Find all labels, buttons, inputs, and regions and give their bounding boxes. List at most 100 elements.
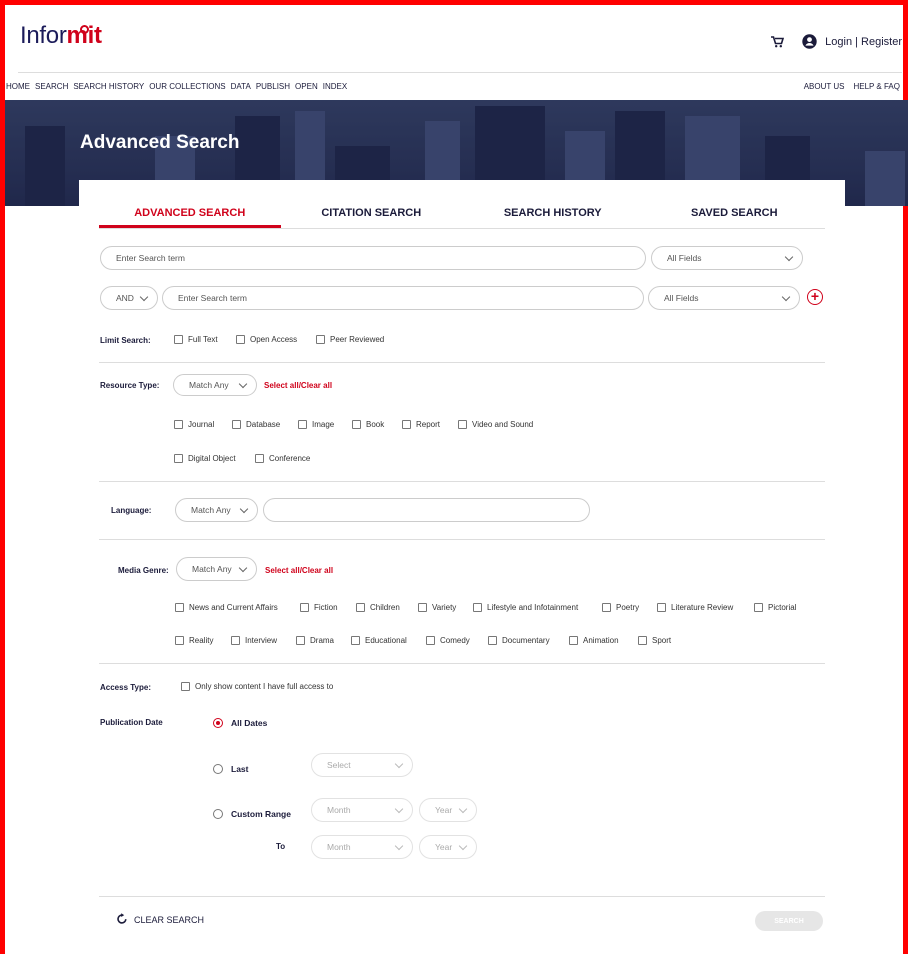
tab-saved-search[interactable]: SAVED SEARCH xyxy=(644,207,826,228)
to-label: To xyxy=(276,842,286,851)
search-term-input-1[interactable]: Enter Search term xyxy=(100,246,646,270)
search-tabs: ADVANCED SEARCH CITATION SEARCH SEARCH H… xyxy=(99,207,825,229)
nav-search-history[interactable]: SEARCH HISTORY xyxy=(73,82,144,91)
checkbox-full-text[interactable]: Full Text xyxy=(174,335,218,344)
tab-advanced-search[interactable]: ADVANCED SEARCH xyxy=(99,207,281,228)
field-select-value: All Fields xyxy=(664,293,699,303)
checkbox-video-sound[interactable]: Video and Sound xyxy=(458,420,533,429)
media-genre-label: Media Genre: xyxy=(118,566,169,575)
chevron-down-icon xyxy=(458,804,468,813)
divider xyxy=(99,896,825,897)
month-value: Month xyxy=(327,805,351,815)
media-match-select[interactable]: Match Any xyxy=(176,557,257,581)
checkbox-open-access[interactable]: Open Access xyxy=(236,335,297,344)
field-select-1[interactable]: All Fields xyxy=(651,246,803,270)
checkbox-reality[interactable]: Reality xyxy=(175,636,213,645)
page-title: Advanced Search xyxy=(80,132,240,153)
from-month-select[interactable]: Month xyxy=(311,798,413,822)
checkbox-poetry[interactable]: Poetry xyxy=(602,603,639,612)
checkbox-literature-review[interactable]: Literature Review xyxy=(657,603,733,612)
chevron-down-icon xyxy=(239,504,249,513)
checkbox-book[interactable]: Book xyxy=(352,420,384,429)
checkbox-drama[interactable]: Drama xyxy=(296,636,334,645)
checkbox-database[interactable]: Database xyxy=(232,420,280,429)
nav-about-us[interactable]: ABOUT US xyxy=(804,82,845,91)
tab-search-history[interactable]: SEARCH HISTORY xyxy=(462,207,644,228)
checkbox-peer-reviewed[interactable]: Peer Reviewed xyxy=(316,335,384,344)
operator-select[interactable]: AND xyxy=(100,286,158,310)
chevron-down-icon xyxy=(238,379,248,388)
operator-value: AND xyxy=(116,293,134,303)
checkbox-image[interactable]: Image xyxy=(298,420,334,429)
user-icon[interactable] xyxy=(802,34,817,49)
year-value: Year xyxy=(435,842,453,852)
nav-search[interactable]: SEARCH xyxy=(35,82,68,91)
chevron-down-icon xyxy=(784,252,794,261)
refresh-icon xyxy=(116,913,128,927)
checkbox-documentary[interactable]: Documentary xyxy=(488,636,550,645)
chevron-down-icon xyxy=(458,841,468,850)
tab-citation-search[interactable]: CITATION SEARCH xyxy=(281,207,463,228)
radio-all-dates[interactable]: All Dates xyxy=(213,718,267,728)
language-match-select[interactable]: Match Any xyxy=(175,498,258,522)
checkbox-fiction[interactable]: Fiction xyxy=(300,603,338,612)
month-value: Month xyxy=(327,842,351,852)
nav-our-collections[interactable]: OUR COLLECTIONS xyxy=(149,82,225,91)
nav-help-faq[interactable]: HELP & FAQ xyxy=(853,82,900,91)
checkbox-report[interactable]: Report xyxy=(402,420,440,429)
language-input[interactable] xyxy=(263,498,590,522)
nav-open[interactable]: OPEN xyxy=(295,82,318,91)
checkbox-lifestyle-infotainment[interactable]: Lifestyle and Infotainment xyxy=(473,603,578,612)
search-button[interactable]: SEARCH xyxy=(755,911,823,931)
checkbox-full-access-only[interactable]: Only show content I have full access to xyxy=(181,682,333,691)
language-label: Language: xyxy=(111,506,152,515)
checkbox-sport[interactable]: Sport xyxy=(638,636,671,645)
last-period-select[interactable]: Select xyxy=(311,753,413,777)
nav-index[interactable]: INDEX xyxy=(323,82,347,91)
header-divider xyxy=(18,72,902,73)
checkbox-digital-object[interactable]: Digital Object xyxy=(174,454,236,463)
clear-search-button[interactable]: CLEAR SEARCH xyxy=(116,913,204,927)
access-type-label: Access Type: xyxy=(100,683,151,692)
informit-logo[interactable]: Informit xyxy=(20,22,102,50)
divider xyxy=(99,362,825,363)
divider xyxy=(99,539,825,540)
checkbox-children[interactable]: Children xyxy=(356,603,400,612)
match-value: Match Any xyxy=(189,380,229,390)
to-year-select[interactable]: Year xyxy=(419,835,477,859)
checkbox-conference[interactable]: Conference xyxy=(255,454,310,463)
login-register-link[interactable]: Login | Register xyxy=(825,36,902,48)
field-select-2[interactable]: All Fields xyxy=(648,286,800,310)
nav-publish[interactable]: PUBLISH xyxy=(256,82,290,91)
checkbox-journal[interactable]: Journal xyxy=(174,420,214,429)
cart-icon[interactable] xyxy=(771,35,785,48)
match-value: Match Any xyxy=(192,564,232,574)
media-select-all-link[interactable]: Select all/Clear all xyxy=(265,566,333,575)
resource-select-all-link[interactable]: Select all/Clear all xyxy=(264,381,332,390)
limit-search-label: Limit Search: xyxy=(100,336,151,345)
divider xyxy=(99,663,825,664)
radio-last[interactable]: Last xyxy=(213,764,248,774)
logo-prefix: Infor xyxy=(20,22,67,49)
clear-search-label: CLEAR SEARCH xyxy=(134,915,205,925)
resource-match-select[interactable]: Match Any xyxy=(173,374,257,396)
radio-custom-range[interactable]: Custom Range xyxy=(213,809,291,819)
checkbox-variety[interactable]: Variety xyxy=(418,603,456,612)
from-year-select[interactable]: Year xyxy=(419,798,477,822)
checkbox-educational[interactable]: Educational xyxy=(351,636,407,645)
chevron-down-icon xyxy=(238,563,248,572)
resource-type-label: Resource Type: xyxy=(100,381,160,390)
checkbox-animation[interactable]: Animation xyxy=(569,636,619,645)
to-month-select[interactable]: Month xyxy=(311,835,413,859)
add-row-icon[interactable]: + xyxy=(807,289,823,305)
nav-home[interactable]: HOME xyxy=(6,82,30,91)
match-value: Match Any xyxy=(191,505,231,515)
chevron-down-icon xyxy=(394,841,404,850)
checkbox-comedy[interactable]: Comedy xyxy=(426,636,470,645)
search-term-input-2[interactable]: Enter Search term xyxy=(162,286,644,310)
last-period-value: Select xyxy=(327,760,351,770)
checkbox-interview[interactable]: Interview xyxy=(231,636,277,645)
checkbox-news-current-affairs[interactable]: News and Current Affairs xyxy=(175,603,278,612)
checkbox-pictorial[interactable]: Pictorial xyxy=(754,603,796,612)
nav-data[interactable]: DATA xyxy=(231,82,251,91)
